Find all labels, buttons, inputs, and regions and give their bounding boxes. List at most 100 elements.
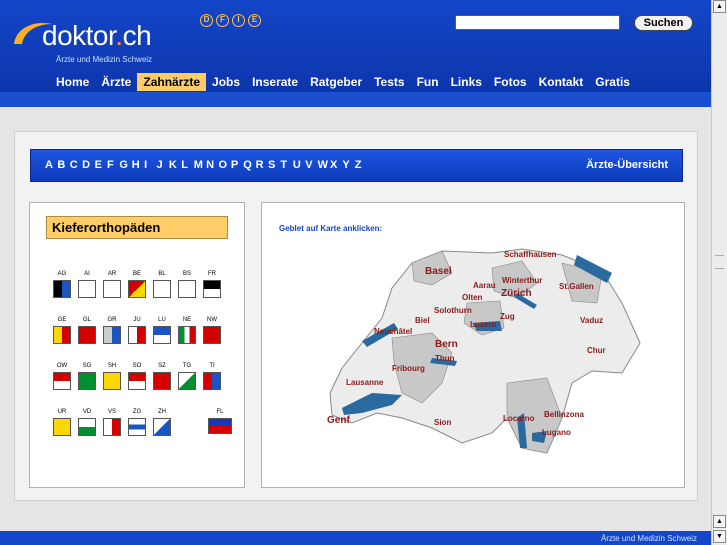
letter-i-link[interactable]: I xyxy=(144,159,156,171)
nav-inserate[interactable]: Inserate xyxy=(246,73,304,91)
nav-fotos[interactable]: Fotos xyxy=(488,73,533,91)
letter-g-link[interactable]: G xyxy=(119,159,131,171)
canton-fl-flag-icon[interactable] xyxy=(208,418,232,434)
city-label[interactable]: St.Gallen xyxy=(559,282,594,291)
letter-f-link[interactable]: F xyxy=(107,159,119,171)
canton-bs[interactable]: BS xyxy=(177,270,197,298)
letter-p-link[interactable]: P xyxy=(231,159,243,171)
letter-v-link[interactable]: V xyxy=(305,159,317,171)
letter-y-link[interactable]: Y xyxy=(342,159,354,171)
lang-d-button[interactable]: D xyxy=(200,14,213,27)
canton-zh-flag-icon[interactable] xyxy=(153,418,171,436)
scroll-down-icon[interactable]: ▼ xyxy=(713,530,726,543)
city-label[interactable]: Lausanne xyxy=(346,378,384,387)
nav-ratgeber[interactable]: Ratgeber xyxy=(304,73,368,91)
canton-lu[interactable]: LU xyxy=(152,316,172,344)
letter-s-link[interactable]: S xyxy=(268,159,280,171)
nav-tests[interactable]: Tests xyxy=(368,73,410,91)
canton-ag[interactable]: AG xyxy=(52,270,72,298)
canton-so-flag-icon[interactable] xyxy=(128,372,146,390)
canton-zg-flag-icon[interactable] xyxy=(128,418,146,436)
canton-be[interactable]: BE xyxy=(127,270,147,298)
letter-l-link[interactable]: L xyxy=(181,159,193,171)
letter-w-link[interactable]: W xyxy=(318,159,330,171)
letter-j-link[interactable]: J xyxy=(157,159,169,171)
canton-bl-flag-icon[interactable] xyxy=(153,280,171,298)
lang-e-button[interactable]: E xyxy=(248,14,261,27)
lang-f-button[interactable]: F xyxy=(216,14,229,27)
canton-nw[interactable]: NW xyxy=(202,316,222,344)
canton-sh[interactable]: SH xyxy=(102,362,122,390)
city-label[interactable]: Winterthur xyxy=(502,276,542,285)
city-label[interactable]: Lugano xyxy=(542,428,571,437)
canton-ne-flag-icon[interactable] xyxy=(178,326,196,344)
canton-vd[interactable]: VD xyxy=(77,408,97,436)
nav-home[interactable]: Home xyxy=(50,73,95,91)
letter-t-link[interactable]: T xyxy=(280,159,292,171)
search-button[interactable]: Suchen xyxy=(634,15,693,31)
lang-i-button[interactable]: I xyxy=(232,14,245,27)
canton-ti[interactable]: TI xyxy=(202,362,222,390)
city-label[interactable]: Zug xyxy=(500,312,515,321)
city-label[interactable]: Vaduz xyxy=(580,316,603,325)
letter-m-link[interactable]: M xyxy=(194,159,206,171)
canton-vs-flag-icon[interactable] xyxy=(103,418,121,436)
canton-sz[interactable]: SZ xyxy=(152,362,172,390)
canton-ur-flag-icon[interactable] xyxy=(53,418,71,436)
city-label[interactable]: Biel xyxy=(415,316,430,325)
letter-q-link[interactable]: Q xyxy=(243,159,255,171)
nav-jobs[interactable]: Jobs xyxy=(206,73,246,91)
canton-vd-flag-icon[interactable] xyxy=(78,418,96,436)
canton-sz-flag-icon[interactable] xyxy=(153,372,171,390)
canton-bs-flag-icon[interactable] xyxy=(178,280,196,298)
letter-n-link[interactable]: N xyxy=(206,159,218,171)
canton-ti-flag-icon[interactable] xyxy=(203,372,221,390)
switzerland-map[interactable]: Schaffhausen Basel Winterthur Aarau Zürich St… xyxy=(322,243,642,463)
canton-be-flag-icon[interactable] xyxy=(128,280,146,298)
nav-links[interactable]: Links xyxy=(445,73,488,91)
canton-ne[interactable]: NE xyxy=(177,316,197,344)
city-label[interactable]: Aarau xyxy=(473,281,496,290)
canton-sg-flag-icon[interactable] xyxy=(78,372,96,390)
nav-aerzte[interactable]: Ärzte xyxy=(95,73,137,91)
aerzte-overview-link[interactable]: Ärzte-Übersicht xyxy=(586,159,668,171)
city-label[interactable]: Bellinzona xyxy=(544,410,585,419)
city-label[interactable]: Basel xyxy=(425,266,452,277)
canton-nw-flag-icon[interactable] xyxy=(203,326,221,344)
canton-gl-flag-icon[interactable] xyxy=(78,326,96,344)
canton-ge-flag-icon[interactable] xyxy=(53,326,71,344)
letter-o-link[interactable]: O xyxy=(218,159,230,171)
letter-u-link[interactable]: U xyxy=(293,159,305,171)
letter-c-link[interactable]: C xyxy=(70,159,82,171)
canton-gl[interactable]: GL xyxy=(77,316,97,344)
canton-sg[interactable]: SG xyxy=(77,362,97,390)
canton-ai[interactable]: AI xyxy=(77,270,97,298)
nav-gratis[interactable]: Gratis xyxy=(589,73,636,91)
canton-fl[interactable]: FL xyxy=(208,408,232,434)
letter-k-link[interactable]: K xyxy=(169,159,181,171)
canton-tg[interactable]: TG xyxy=(177,362,197,390)
letter-r-link[interactable]: R xyxy=(256,159,268,171)
city-label[interactable]: Chur xyxy=(587,346,606,355)
letter-b-link[interactable]: B xyxy=(57,159,69,171)
scroll-up-icon[interactable]: ▲ xyxy=(713,0,726,13)
canton-zh[interactable]: ZH xyxy=(152,408,172,436)
letter-d-link[interactable]: D xyxy=(82,159,94,171)
scroll-up-icon-bottom[interactable]: ▲ xyxy=(713,515,726,528)
canton-fr-flag-icon[interactable] xyxy=(203,280,221,298)
canton-sh-flag-icon[interactable] xyxy=(103,372,121,390)
city-label[interactable]: Thun xyxy=(435,354,455,363)
canton-ag-flag-icon[interactable] xyxy=(53,280,71,298)
city-label[interactable]: Solothurn xyxy=(434,306,472,315)
canton-fr[interactable]: FR xyxy=(202,270,222,298)
letter-h-link[interactable]: H xyxy=(132,159,144,171)
canton-gr[interactable]: GR xyxy=(102,316,122,344)
canton-ai-flag-icon[interactable] xyxy=(78,280,96,298)
city-label[interactable]: Olten xyxy=(462,293,483,302)
city-label[interactable]: Fribourg xyxy=(392,364,425,373)
nav-kontakt[interactable]: Kontakt xyxy=(533,73,590,91)
canton-vs[interactable]: VS xyxy=(102,408,122,436)
search-input[interactable] xyxy=(455,15,620,30)
letter-x-link[interactable]: X xyxy=(330,159,342,171)
canton-ow[interactable]: OW xyxy=(52,362,72,390)
